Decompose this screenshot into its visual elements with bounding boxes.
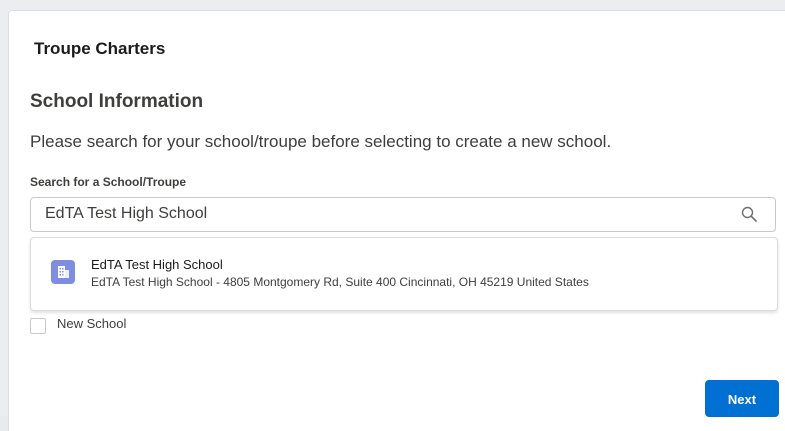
- building-icon: [51, 260, 75, 284]
- new-school-label[interactable]: New School: [57, 316, 126, 331]
- result-title: EdTA Test High School: [91, 257, 223, 272]
- app-title: Troupe Charters: [34, 39, 166, 58]
- instructions-text: Please search for your school/troupe bef…: [30, 132, 612, 151]
- search-result-item[interactable]: EdTA Test High School EdTA Test High Sch…: [31, 238, 777, 310]
- result-subtitle: EdTA Test High School - 4805 Montgomery …: [91, 275, 589, 289]
- new-school-checkbox[interactable]: [30, 318, 46, 334]
- search-input-value: EdTA Test High School: [45, 205, 208, 222]
- form-card: Troupe Charters School Information Pleas…: [8, 10, 785, 431]
- section-title: School Information: [30, 91, 204, 112]
- search-field-label: Search for a School/Troupe: [30, 175, 187, 189]
- next-button[interactable]: Next: [705, 380, 779, 417]
- search-icon: [741, 206, 757, 222]
- page-background: Troupe Charters School Information Pleas…: [0, 0, 785, 431]
- search-results-dropdown: EdTA Test High School EdTA Test High Sch…: [30, 237, 778, 311]
- search-input[interactable]: EdTA Test High School: [30, 197, 776, 232]
